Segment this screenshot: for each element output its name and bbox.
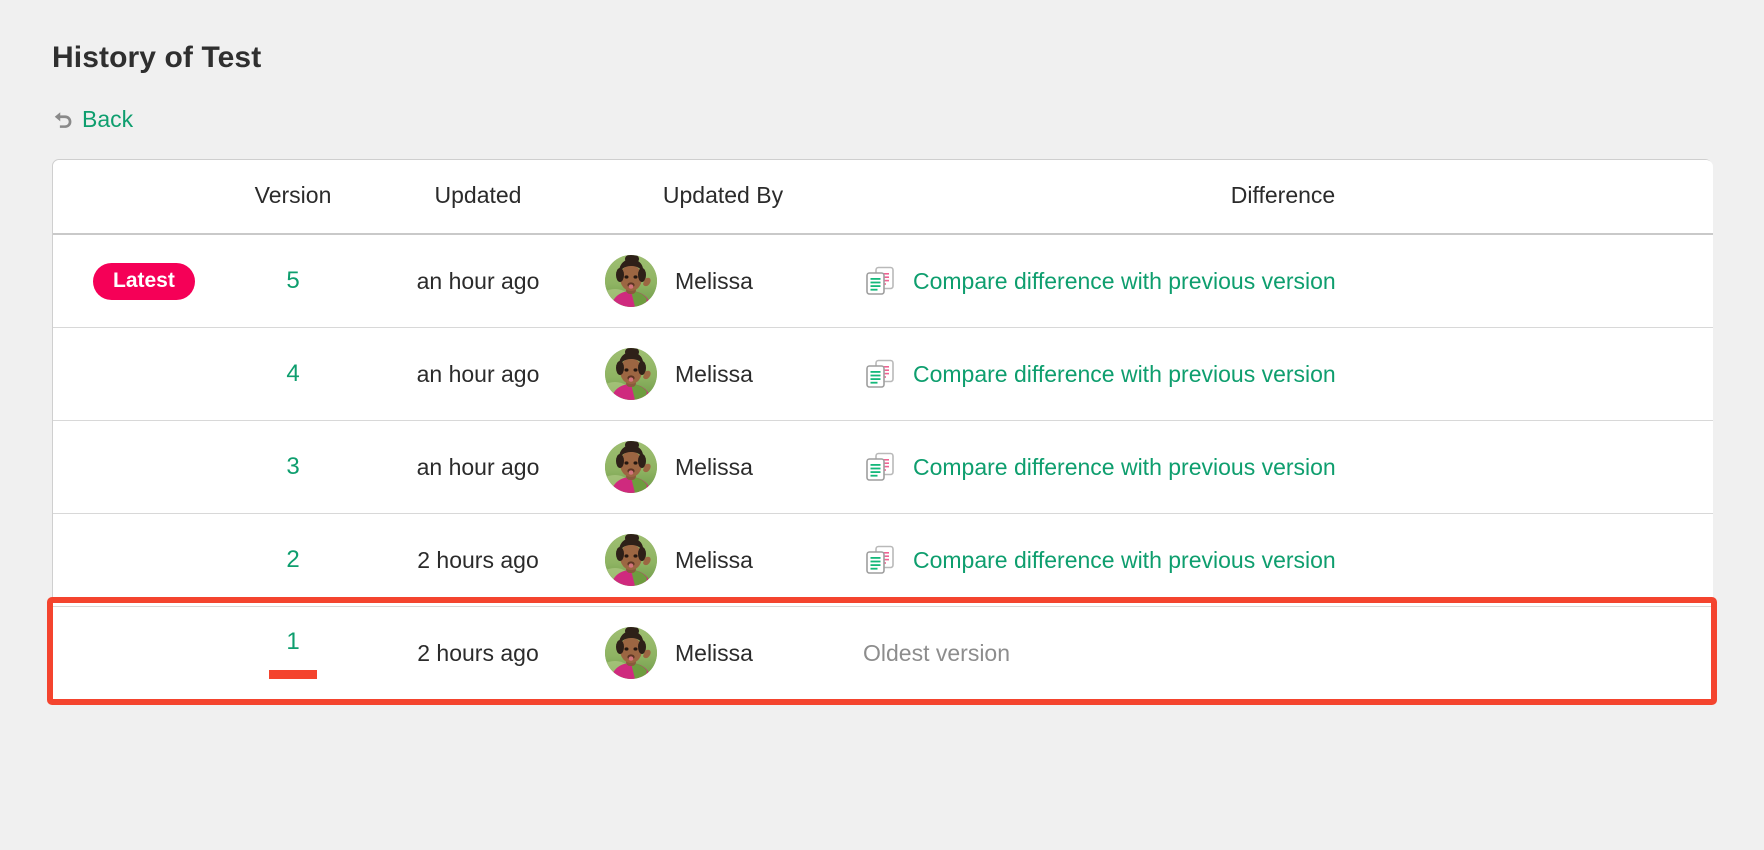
cell-version: 1 <box>223 607 363 700</box>
compare-documents-icon <box>863 357 897 391</box>
cell-difference: Compare difference with previous version <box>853 328 1713 421</box>
cell-updated: an hour ago <box>363 421 593 514</box>
back-link-label: Back <box>82 108 133 131</box>
table-row[interactable]: 3 an hour ago <box>53 421 1713 514</box>
cell-version: 3 <box>223 421 363 514</box>
back-link[interactable]: Back <box>52 108 172 131</box>
compare-difference-link[interactable]: Compare difference with previous version <box>853 264 1713 298</box>
compare-difference-link[interactable]: Compare difference with previous version <box>853 543 1713 577</box>
cell-badge <box>53 421 223 514</box>
version-wrapper: 2 <box>286 546 299 574</box>
compare-difference-label: Compare difference with previous version <box>913 268 1336 295</box>
status-badge: Latest <box>93 263 195 300</box>
compare-documents-icon <box>863 450 897 484</box>
column-header-updated-by: Updated By <box>593 160 853 234</box>
history-page: History of Test Back Version Updated <box>0 0 1764 850</box>
cell-difference: Compare difference with previous version <box>853 421 1713 514</box>
column-header-updated: Updated <box>363 160 593 234</box>
cell-difference: Compare difference with previous version <box>853 234 1713 328</box>
version-wrapper: 5 <box>286 267 299 295</box>
table-header-row: Version Updated Updated By Difference <box>53 160 1713 234</box>
version-link[interactable]: 4 <box>286 360 299 388</box>
table-row[interactable]: 2 2 hours ago <box>53 514 1713 607</box>
user-name: Melissa <box>675 640 753 667</box>
avatar <box>605 255 657 307</box>
compare-documents-icon <box>863 264 897 298</box>
column-header-difference: Difference <box>853 160 1713 234</box>
version-underline-annotation <box>269 670 317 679</box>
user-name: Melissa <box>675 454 753 481</box>
oldest-version-label: Oldest version <box>853 640 1010 666</box>
compare-documents-icon <box>863 543 897 577</box>
table-row[interactable]: Latest 5 an hour ago <box>53 234 1713 328</box>
user-chip: Melissa <box>593 348 853 400</box>
compare-difference-label: Compare difference with previous version <box>913 361 1336 388</box>
avatar <box>605 627 657 679</box>
avatar <box>605 534 657 586</box>
cell-updated: an hour ago <box>363 328 593 421</box>
cell-updated-by: Melissa <box>593 328 853 421</box>
version-wrapper: 4 <box>286 360 299 388</box>
cell-version: 4 <box>223 328 363 421</box>
user-name: Melissa <box>675 547 753 574</box>
cell-version: 2 <box>223 514 363 607</box>
cell-difference: Compare difference with previous version <box>853 514 1713 607</box>
cell-badge <box>53 607 223 700</box>
column-header-badge <box>53 160 223 234</box>
cell-updated: 2 hours ago <box>363 514 593 607</box>
cell-difference: Oldest version <box>853 607 1713 700</box>
table-header: Version Updated Updated By Difference <box>53 160 1713 234</box>
cell-badge <box>53 514 223 607</box>
version-link[interactable]: 2 <box>286 546 299 574</box>
history-table-card: Version Updated Updated By Difference La… <box>52 159 1712 700</box>
table-row[interactable]: 1 2 hours ago <box>53 607 1713 700</box>
version-wrapper: 3 <box>286 453 299 481</box>
user-chip: Melissa <box>593 255 853 307</box>
compare-difference-link[interactable]: Compare difference with previous version <box>853 357 1713 391</box>
cell-updated: 2 hours ago <box>363 607 593 700</box>
table-row[interactable]: 4 an hour ago <box>53 328 1713 421</box>
compare-difference-link[interactable]: Compare difference with previous version <box>853 450 1713 484</box>
avatar <box>605 348 657 400</box>
user-chip: Melissa <box>593 441 853 493</box>
version-link[interactable]: 5 <box>286 267 299 295</box>
undo-arrow-icon <box>52 109 74 131</box>
table-body: Latest 5 an hour ago <box>53 234 1713 699</box>
history-table: Version Updated Updated By Difference La… <box>53 160 1713 699</box>
cell-updated: an hour ago <box>363 234 593 328</box>
user-name: Melissa <box>675 268 753 295</box>
cell-badge <box>53 328 223 421</box>
column-header-version: Version <box>223 160 363 234</box>
compare-difference-label: Compare difference with previous version <box>913 454 1336 481</box>
compare-difference-label: Compare difference with previous version <box>913 547 1336 574</box>
version-link[interactable]: 1 <box>286 628 299 656</box>
user-chip: Melissa <box>593 627 853 679</box>
page-title: History of Test <box>52 40 1712 76</box>
user-name: Melissa <box>675 361 753 388</box>
cell-version: 5 <box>223 234 363 328</box>
version-wrapper: 1 <box>269 628 317 679</box>
version-link[interactable]: 3 <box>286 453 299 481</box>
cell-updated-by: Melissa <box>593 607 853 700</box>
cell-updated-by: Melissa <box>593 234 853 328</box>
user-chip: Melissa <box>593 534 853 586</box>
cell-updated-by: Melissa <box>593 421 853 514</box>
cell-updated-by: Melissa <box>593 514 853 607</box>
cell-badge: Latest <box>53 234 223 328</box>
avatar <box>605 441 657 493</box>
